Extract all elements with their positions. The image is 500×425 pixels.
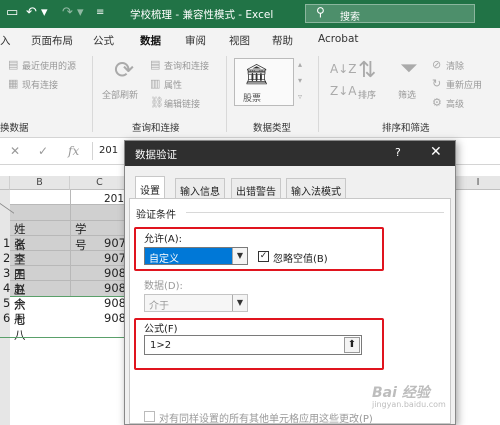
tab-settings[interactable]: 设置 [135, 176, 165, 198]
highlight-box [134, 318, 384, 370]
column-header-c[interactable]: C [70, 176, 130, 190]
row-number: 2 [3, 251, 11, 265]
search-box[interactable]: ⚲ 搜索 [305, 4, 475, 23]
tab-review[interactable]: 审阅 [185, 33, 206, 48]
properties-button[interactable]: 属性 [164, 78, 182, 91]
recent-sources-icon: ▤ [8, 58, 19, 71]
row-number: 1 [3, 236, 11, 250]
gallery-up-icon[interactable]: ▴ [298, 60, 302, 69]
group-separator [318, 56, 319, 132]
apply-all-label: 对有同样设置的所有其他单元格应用这些更改(P) [159, 414, 373, 425]
stocks-icon: 🏛 [244, 62, 270, 86]
grid-line [0, 337, 125, 338]
gallery-down-icon[interactable]: ▾ [298, 76, 302, 85]
tab-view[interactable]: 视图 [229, 33, 250, 48]
ribbon: ▤ 最近使用的源 ▦ 现有连接 换数据 ⟳ 全部刷新 ▤ 查询和连接 ▥ 属性 … [0, 50, 500, 138]
sort-button[interactable]: 排序 [358, 88, 376, 101]
refresh-all-icon: ⟳ [114, 56, 135, 84]
dialog-title-bar[interactable]: 数据验证 ? ✕ [125, 141, 455, 166]
tab-error-alert[interactable]: 出错警告 [231, 178, 281, 198]
reapply-icon: ↻ [432, 77, 442, 90]
tab-data[interactable]: 数据 [138, 33, 163, 53]
tab-page-layout[interactable]: 页面布局 [31, 33, 73, 48]
row-number: 4 [3, 281, 11, 295]
filter-button[interactable]: 筛选 [398, 88, 416, 101]
redo-icon[interactable]: ↷ ▾ [62, 5, 84, 20]
group-separator [226, 56, 227, 132]
filter-icon: ⏷ [400, 56, 418, 81]
group-label-sort-filter: 排序和筛选 [382, 123, 430, 134]
existing-connections-icon: ▦ [8, 77, 19, 90]
search-icon: ⚲ [316, 5, 325, 19]
group-label-get-data: 换数据 [0, 123, 29, 134]
chevron-down-icon: ▼ [232, 295, 247, 311]
gallery-more-icon[interactable]: ▿ [298, 92, 302, 101]
apply-all-checkbox[interactable] [144, 411, 155, 422]
sort-asc-icon[interactable]: A↓Z [330, 62, 356, 76]
section-title: 验证条件 [136, 210, 176, 221]
properties-icon: ▥ [150, 77, 161, 90]
document-title: 学校梳理 - 兼容性模式 - Excel [130, 9, 274, 21]
data-select[interactable]: 介于 ▼ [144, 294, 248, 312]
group-label-queries: 查询和连接 [132, 123, 180, 134]
sort-icon: ⇅ [358, 58, 377, 83]
cancel-icon[interactable]: ✕ [10, 144, 20, 158]
advanced-button[interactable]: 高级 [446, 97, 464, 110]
dialog-title: 数据验证 [135, 149, 177, 161]
queries-connections-button[interactable]: 查询和连接 [164, 59, 209, 72]
edit-links-button[interactable]: 编辑链接 [164, 97, 200, 110]
close-icon[interactable]: ✕ [430, 144, 442, 160]
grid-line [10, 220, 130, 221]
header-id: 学号 [75, 222, 87, 252]
tab-insert-partial[interactable]: 入 [0, 33, 11, 48]
refresh-all-button[interactable]: 全部刷新 [102, 88, 138, 101]
ribbon-tabs: 入 页面布局 公式 数据 审阅 视图 帮助 Acrobat [0, 28, 500, 53]
row-number: 5 [3, 296, 11, 310]
row-number: 6 [3, 311, 11, 325]
clear-icon: ⊘ [432, 58, 442, 71]
group-separator [92, 56, 93, 132]
row-number: 3 [3, 266, 11, 280]
column-header-i[interactable]: I [456, 176, 500, 190]
student-id: 908 [104, 281, 126, 295]
student-id: 908 [104, 266, 126, 280]
student-id: 908 [104, 296, 126, 310]
stocks-label: 股票 [243, 94, 262, 104]
edit-links-icon: ⛓ [150, 96, 164, 109]
watermark: Bai 经验 jingyan.baidu.com [372, 385, 446, 409]
student-name: 周八 [14, 312, 26, 342]
student-id: 908 [104, 311, 126, 325]
sort-desc-icon[interactable]: Z↓A [330, 84, 356, 98]
tab-acrobat[interactable]: Acrobat [318, 33, 359, 45]
title-bar: ▭ ↶ ▾ ↷ ▾ ≡ 学校梳理 - 兼容性模式 - Excel ⚲ 搜索 [0, 0, 500, 28]
reapply-button[interactable]: 重新应用 [446, 78, 482, 91]
search-label: 搜索 [340, 12, 360, 23]
recent-sources-button[interactable]: 最近使用的源 [22, 59, 76, 72]
insert-function-icon[interactable]: fx [68, 144, 79, 158]
clear-button[interactable]: 清除 [446, 59, 464, 72]
queries-connections-icon: ▤ [150, 58, 161, 71]
customize-toolbar-icon[interactable]: ≡ [96, 7, 104, 18]
undo-icon[interactable]: ↶ ▾ [26, 5, 48, 20]
cell-c-year[interactable]: 201 [104, 193, 124, 205]
help-button[interactable]: ? [395, 146, 401, 159]
section-divider [186, 212, 444, 213]
tab-input-message[interactable]: 输入信息 [175, 178, 225, 198]
student-id: 907 [104, 251, 126, 265]
highlight-box [134, 227, 384, 271]
tab-formulas[interactable]: 公式 [93, 33, 114, 48]
select-all-corner[interactable] [0, 176, 10, 190]
enter-icon[interactable]: ✓ [38, 144, 48, 158]
advanced-icon: ⚙ [432, 96, 442, 109]
save-icon[interactable]: ▭ [6, 5, 18, 20]
student-id: 907 [104, 236, 126, 250]
tab-help[interactable]: 帮助 [272, 33, 293, 48]
data-value: 介于 [149, 301, 169, 312]
tab-ime-mode[interactable]: 输入法模式 [286, 178, 346, 198]
group-label-data-types: 数据类型 [253, 123, 292, 134]
data-label: 数据(D): [144, 281, 183, 292]
existing-connections-button[interactable]: 现有连接 [22, 78, 58, 91]
column-header-b[interactable]: B [10, 176, 70, 190]
